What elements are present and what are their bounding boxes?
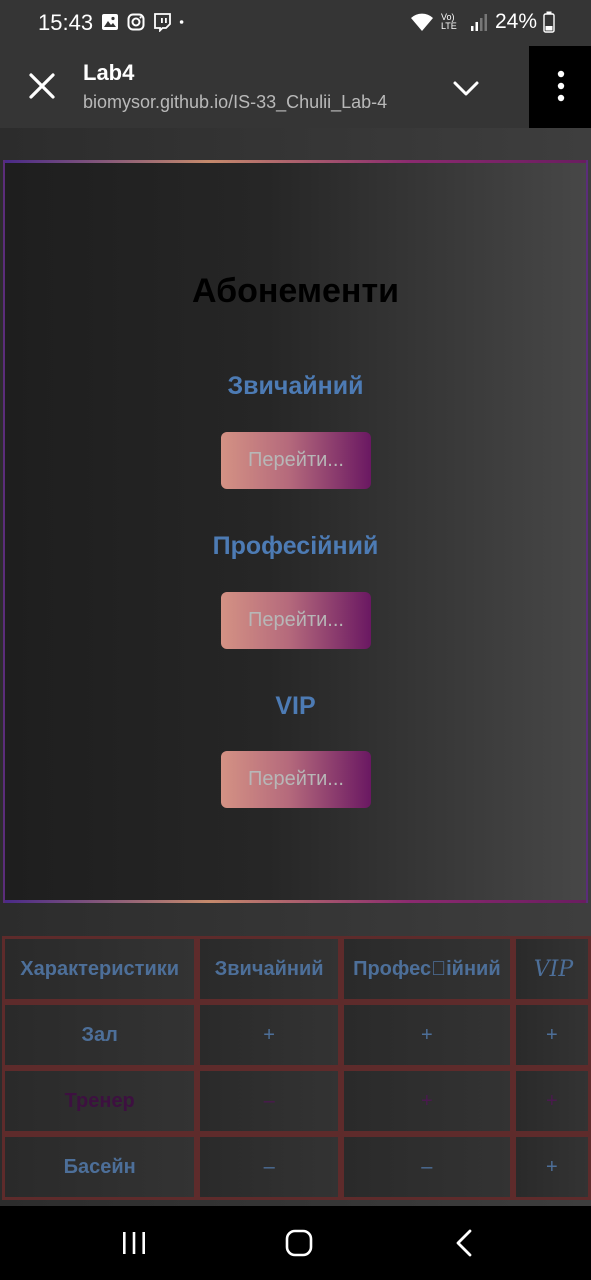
row-label: Тренер	[2, 1068, 198, 1134]
table-cell: +	[197, 1002, 341, 1068]
table-cell: +	[512, 1068, 591, 1134]
page-title: Lab4	[83, 60, 135, 85]
table-row: Басейн – – +	[2, 1134, 591, 1200]
battery-percent: 24%	[494, 10, 537, 33]
plan-name-vip: VIP	[275, 692, 316, 720]
row-label: Зал	[2, 1002, 198, 1068]
chevron-down-icon[interactable]	[452, 74, 480, 102]
status-bar: 15:43 Vo) LTE 24%	[0, 0, 591, 46]
table-cell: +	[512, 1134, 591, 1200]
signal-icon	[470, 14, 487, 31]
network-label: Vo) LTE	[440, 12, 457, 31]
browser-toolbar: Lab4 biomysor.github.io/IS-33_Chulii_Lab…	[0, 46, 591, 128]
table-cell: –	[197, 1068, 341, 1134]
more-options-icon[interactable]	[551, 68, 571, 104]
header-professional: Профес ійний	[340, 936, 513, 1002]
page-url: biomysor.github.io/IS-33_Chulii_Lab-4	[83, 92, 388, 112]
back-icon[interactable]	[452, 1228, 476, 1258]
close-icon[interactable]	[26, 70, 58, 102]
plan-name-professional: Професійний	[212, 532, 379, 560]
subscriptions-card: Абонементи Звичайний Перейти... Професій…	[3, 160, 588, 903]
comparison-table: Характеристики Звичайний Профес ійний VI…	[2, 936, 591, 1200]
header-vip: VIP	[512, 936, 591, 1002]
table-header-row: Характеристики Звичайний Профес ійний VI…	[2, 936, 591, 1002]
status-time: 15:43	[38, 10, 94, 35]
comparison-table-wrap: Характеристики Звичайний Профес ійний VI…	[0, 934, 591, 1206]
table-row: Зал + + +	[2, 1002, 591, 1068]
status-right-icons: Vo) LTE 24%	[409, 10, 555, 34]
system-nav-bar	[0, 1206, 591, 1280]
battery-icon	[543, 11, 555, 33]
table-cell: –	[197, 1134, 341, 1200]
wifi-icon	[410, 13, 433, 31]
dot-icon	[179, 20, 184, 24]
home-icon[interactable]	[284, 1228, 314, 1258]
table-row: Тренер – + +	[2, 1068, 591, 1134]
subscriptions-heading: Абонементи	[191, 272, 400, 310]
twitch-icon	[154, 13, 171, 32]
recent-apps-icon[interactable]	[121, 1230, 147, 1256]
header-regular: Звичайний	[197, 936, 341, 1002]
table-cell: +	[340, 1068, 513, 1134]
instagram-icon	[127, 13, 145, 31]
row-label: Басейн	[2, 1134, 198, 1200]
plan-name-regular: Звичайний	[227, 372, 364, 400]
notification-icons	[100, 12, 190, 32]
table-cell: +	[340, 1002, 513, 1068]
professional-go-button[interactable]: Перейти...	[221, 592, 371, 649]
table-cell: –	[340, 1134, 513, 1200]
web-content: Абонементи Звичайний Перейти... Професій…	[0, 128, 591, 1206]
gallery-icon	[102, 14, 118, 30]
regular-go-button[interactable]: Перейти...	[221, 432, 371, 489]
vip-go-button[interactable]: Перейти...	[221, 751, 371, 808]
header-characteristics: Характеристики	[2, 936, 198, 1002]
table-cell: +	[512, 1002, 591, 1068]
